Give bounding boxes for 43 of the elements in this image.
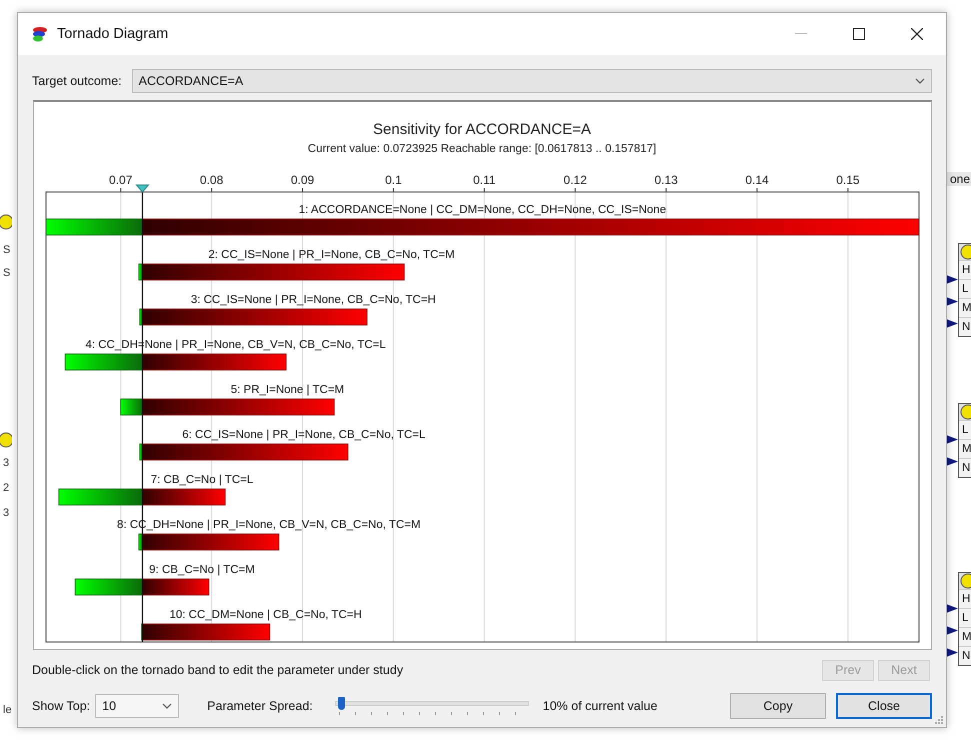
node-state-text: L [959,420,971,439]
axis-tick-label: 0.15 [836,173,860,187]
band-label: 9: CB_C=No | TC=M [149,564,255,576]
node-state-text: L [959,279,971,298]
node-state-text: M [959,627,971,646]
hint-text: Double-click on the tornado band to edit the parameter under study [32,663,404,677]
node-state-text: N [959,317,971,336]
axis-tick-label: 0.07 [109,173,132,187]
band-label: 2: CC_IS=None | PR_I=None, CB_C=No, TC=M [208,249,455,261]
band-label: 6: CC_IS=None | PR_I=None, CB_C=No, TC=L [182,429,426,441]
chart-title: Sensitivity for ACCORDANCE=A [373,121,591,138]
show-top-label: Show Top: [32,699,90,713]
target-outcome-label: Target outcome: [32,74,122,88]
axis-tick-label: 0.11 [473,173,496,187]
axis-tick-label: 0.1 [385,173,402,187]
axis-tick-label: 0.09 [290,173,314,187]
node-state-text: 3 [3,507,10,519]
band-label: 7: CB_C=No | TC=L [150,474,254,486]
chart-subtitle: Current value: 0.0723925 Reachable range: [0.0617813 .. 0.157817] [308,143,656,155]
axis-tick-label: 0.12 [564,173,587,187]
axis-tick-label: 0.14 [745,173,769,187]
node-state-text: le [3,704,12,716]
node-state-text: 2 [3,482,10,494]
node-state-text: N [959,646,971,665]
band-label: 5: PR_I=None | TC=M [230,384,344,396]
parameter-spread-label: Parameter Spread: [207,699,313,713]
node-state-text: L [959,608,971,627]
node-state-text: S [3,267,10,279]
window-title: Tornado Diagram [57,26,170,42]
node-label: one [946,172,971,186]
node-state-text: M [959,298,971,317]
node-state-text: M [959,439,971,458]
node-state-text: H [959,260,971,279]
axis-tick-label: 0.13 [654,173,678,187]
node-state-text: N [959,458,971,477]
node-state-text: H [959,589,971,608]
axis-tick-label: 0.08 [200,173,224,187]
band-label: 10: CC_DM=None | CB_C=No, TC=H [170,609,362,621]
band-label: 3: CC_IS=None | PR_I=None, CB_C=No, TC=H [190,294,436,306]
spread-value-text: 10% of current value [542,699,658,713]
node-state-text: 3 [3,457,10,469]
node-state-text: S [3,244,10,256]
band-label: 1: ACCORDANCE=None | CC_DM=None, CC_DH=None, CC_IS=None [298,204,666,216]
